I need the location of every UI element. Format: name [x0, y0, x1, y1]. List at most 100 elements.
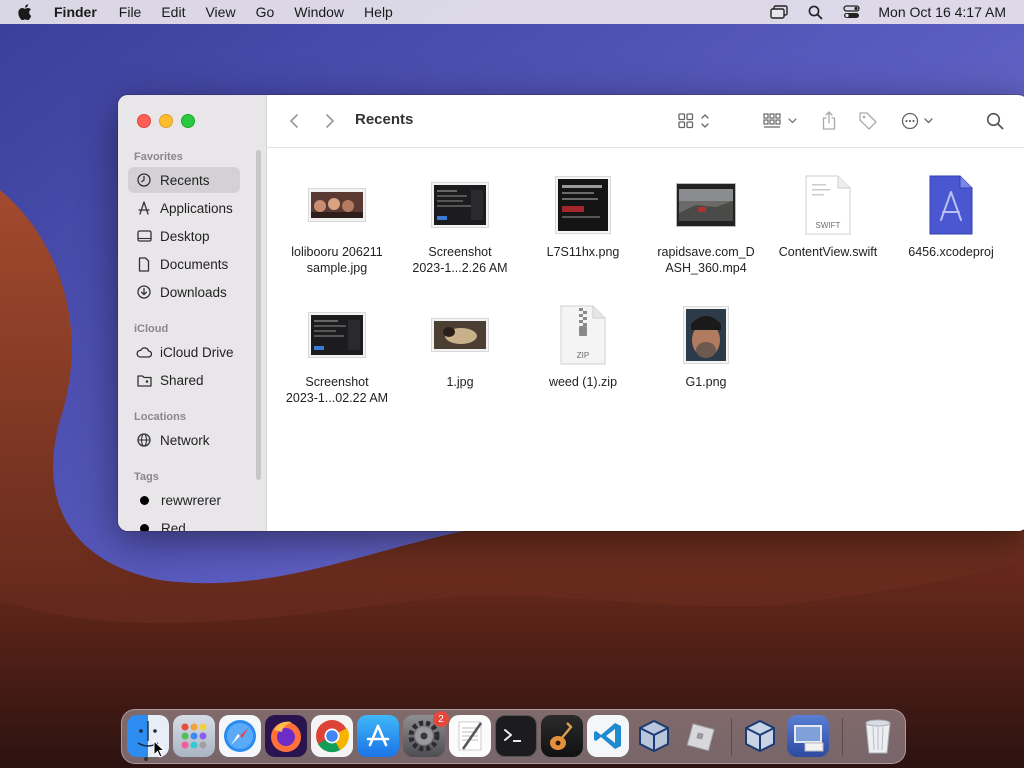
document-icon	[136, 256, 152, 272]
image-thumbnail	[646, 300, 766, 370]
cloud-icon	[136, 344, 152, 360]
file-item[interactable]: 1.jpg	[400, 300, 520, 390]
dock-app-store-icon[interactable]	[357, 715, 399, 757]
file-item[interactable]: L7S11hx.png	[523, 170, 643, 260]
close-button[interactable]	[137, 114, 151, 128]
sidebar-item-icloud-drive[interactable]: iCloud Drive	[128, 339, 240, 365]
file-item[interactable]: ZIP weed (1).zip	[523, 300, 643, 390]
icon-grid-view-icon	[678, 113, 709, 129]
sidebar-item-label: Applications	[160, 200, 233, 216]
file-item[interactable]: Screenshot 2023-1...2.26 AM	[400, 170, 520, 276]
swift-badge-text: SWIFT	[816, 221, 841, 230]
file-name: rapidsave.com_D ASH_360.mp4	[657, 245, 755, 275]
file-item[interactable]: G1.png	[646, 300, 766, 390]
menu-window[interactable]: Window	[294, 4, 344, 20]
file-name: ContentView.swift	[778, 245, 878, 259]
sidebar-tag-red[interactable]: Red	[128, 515, 240, 531]
file-item[interactable]: 6456.xcodeproj	[891, 170, 1011, 260]
swift-file-icon: SWIFT	[768, 170, 888, 240]
dock-terminal-icon[interactable]	[495, 715, 537, 757]
dock-roblox-icon[interactable]	[679, 715, 721, 757]
search-button[interactable]	[985, 108, 1005, 134]
sidebar-item-label: Recents	[160, 172, 210, 188]
dock-separator	[842, 718, 843, 756]
sidebar-item-network[interactable]: Network	[128, 427, 240, 453]
menu-bar-clock[interactable]: Mon Oct 16 4:17 AM	[878, 4, 1006, 20]
toolbar: Recents	[267, 95, 1024, 148]
dock-chrome-icon[interactable]	[311, 715, 353, 757]
share-icon	[822, 111, 836, 130]
search-icon	[986, 112, 1004, 130]
finder-window: Favorites Recents Applications Desktop D…	[118, 95, 1024, 531]
menu-help[interactable]: Help	[364, 4, 393, 20]
sidebar-item-label: Desktop	[160, 228, 210, 244]
download-icon	[136, 284, 152, 300]
minimize-button[interactable]	[159, 114, 173, 128]
sidebar-item-shared[interactable]: Shared	[128, 367, 240, 393]
file-name: 1.jpg	[446, 375, 474, 389]
sidebar-item-recents[interactable]: Recents	[128, 167, 240, 193]
dock-trash-icon[interactable]	[857, 715, 899, 757]
menu-app-finder[interactable]: Finder	[54, 4, 97, 20]
file-item[interactable]: Screenshot 2023-1...02.22 AM	[277, 300, 397, 406]
window-controls	[137, 114, 195, 128]
back-button[interactable]	[285, 108, 303, 134]
sidebar-item-label: Shared	[160, 372, 204, 388]
applications-icon	[136, 200, 152, 216]
video-thumbnail	[646, 170, 766, 240]
file-item[interactable]: SWIFT ContentView.swift	[768, 170, 888, 260]
file-name: 6456.xcodeproj	[908, 245, 994, 259]
spotlight-search-icon[interactable]	[806, 4, 824, 20]
dock-system-settings-icon[interactable]: 2	[403, 711, 449, 757]
sidebar-item-label: Red	[161, 520, 186, 532]
sidebar-header-favorites: Favorites	[134, 151, 183, 163]
dock-preview-icon[interactable]	[787, 715, 829, 757]
globe-icon	[136, 432, 152, 448]
menu-file[interactable]: File	[119, 4, 142, 20]
file-item[interactable]: rapidsave.com_D ASH_360.mp4	[646, 170, 766, 276]
group-by-button[interactable]	[761, 108, 801, 134]
dock-safari-icon[interactable]	[219, 715, 261, 757]
dock-textedit-icon[interactable]	[449, 715, 491, 757]
image-thumbnail	[277, 170, 397, 240]
sidebar-item-desktop[interactable]: Desktop	[128, 223, 240, 249]
window-title: Recents	[355, 111, 414, 128]
dock-firefox-icon[interactable]	[265, 715, 307, 757]
mouse-pointer-icon	[153, 739, 166, 763]
menu-go[interactable]: Go	[256, 4, 275, 20]
dock-garageband-icon[interactable]	[541, 715, 583, 757]
file-item[interactable]: lolibooru 206211 sample.jpg	[277, 170, 397, 276]
sidebar-item-label: rewwrerer	[161, 492, 222, 508]
file-name: Screenshot 2023-1...02.22 AM	[285, 375, 389, 405]
sidebar-header-tags: Tags	[134, 471, 159, 483]
xcodeproj-file-icon	[891, 170, 1011, 240]
sidebar-item-downloads[interactable]: Downloads	[128, 279, 240, 305]
sidebar-item-applications[interactable]: Applications	[128, 195, 240, 221]
menu-view[interactable]: View	[205, 4, 235, 20]
menu-edit[interactable]: Edit	[161, 4, 185, 20]
share-button[interactable]	[819, 108, 839, 134]
dock-vscode-icon[interactable]	[587, 715, 629, 757]
sidebar-item-documents[interactable]: Documents	[128, 251, 240, 277]
more-actions-button[interactable]	[899, 108, 937, 134]
clock-icon	[136, 172, 152, 188]
control-center-icon[interactable]	[842, 4, 860, 20]
view-mode-button[interactable]	[675, 108, 715, 134]
zip-file-icon: ZIP	[523, 300, 643, 370]
sidebar-item-label: Network	[160, 432, 210, 448]
zoom-button[interactable]	[181, 114, 195, 128]
tags-button[interactable]	[857, 108, 879, 134]
group-grid-icon	[763, 113, 797, 128]
dock-launchpad-icon[interactable]	[173, 715, 215, 757]
sidebar-scrollbar[interactable]	[256, 150, 261, 480]
screen-mirroring-icon[interactable]	[770, 4, 789, 20]
tag-icon	[859, 112, 877, 130]
sidebar-tag-rewwrerer[interactable]: rewwrerer	[128, 487, 240, 513]
forward-button[interactable]	[321, 108, 339, 134]
ellipsis-circle-icon	[901, 112, 933, 130]
dock-virtualbox-icon[interactable]	[633, 715, 675, 757]
apple-logo-icon[interactable]	[18, 4, 34, 20]
file-browser: lolibooru 206211 sample.jpg Screenshot 202…	[267, 148, 1024, 531]
dock-virtualbox-vm-icon[interactable]	[739, 715, 781, 757]
dock-separator	[731, 718, 732, 756]
